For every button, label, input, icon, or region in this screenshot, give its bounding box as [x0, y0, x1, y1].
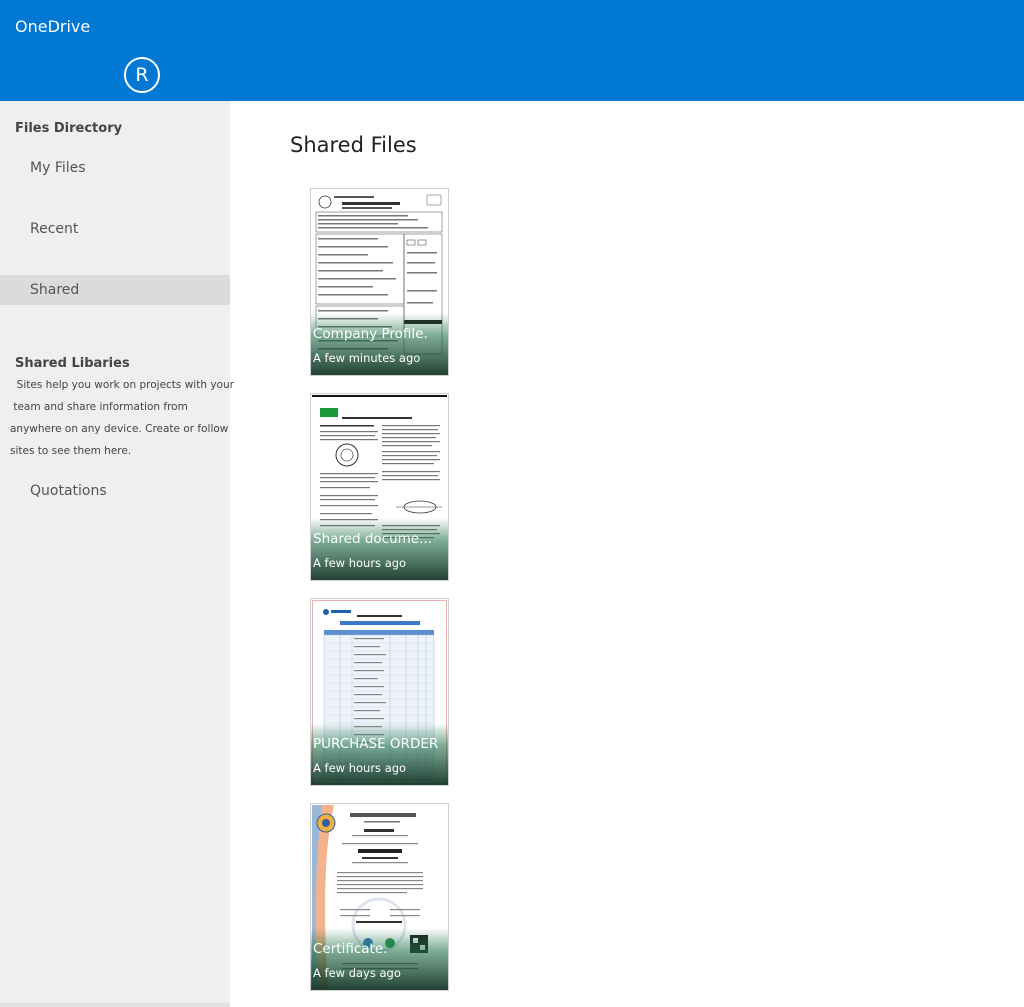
page-title: Shared Files: [290, 133, 417, 157]
sidebar-item-label: Recent: [30, 221, 79, 237]
shared-libraries-description: Sites help you work on projects with you…: [10, 374, 234, 462]
file-card-purchase-order[interactable]: PURCHASE ORDER A few hours ago: [310, 598, 449, 786]
file-name[interactable]: Certificate.: [313, 941, 447, 957]
file-card-certificate[interactable]: Certificate. A few days ago: [310, 803, 449, 991]
file-modified-time: A few days ago: [313, 966, 401, 980]
file-modified-time: A few minutes ago: [313, 351, 421, 365]
sidebar: Files Directory My Files Recent Shared S…: [0, 101, 234, 1007]
file-modified-time: A few hours ago: [313, 556, 407, 570]
file-info-overlay: [311, 313, 448, 375]
sidebar-item-label: My Files: [30, 160, 86, 176]
description-line: sites to see them here.: [10, 445, 132, 457]
sidebar-item-quotations[interactable]: Quotations: [0, 476, 230, 506]
sidebar-item-shared[interactable]: Shared: [0, 275, 230, 305]
file-info-overlay: [311, 518, 448, 580]
sidebar-item-label: Quotations: [30, 483, 107, 499]
sidebar-divider: [0, 1003, 230, 1007]
sidebar-item-recent[interactable]: Recent: [0, 214, 230, 244]
file-card-shared-document[interactable]: Shared docume... A few hours ago: [310, 393, 449, 581]
file-name[interactable]: Company Profile.: [313, 326, 447, 342]
description-line: team and share information from: [10, 401, 188, 413]
description-line: Sites help you work on projects with you…: [10, 379, 234, 391]
user-avatar[interactable]: R: [124, 57, 160, 93]
files-directory-heading: Files Directory: [15, 121, 123, 136]
file-card-company-profile[interactable]: Company Profile. A few minutes ago: [310, 188, 449, 376]
sidebar-item-my-files[interactable]: My Files: [0, 153, 230, 183]
top-bar: OneDrive R: [0, 0, 1024, 101]
file-name[interactable]: Shared docume...: [313, 531, 447, 547]
file-name[interactable]: PURCHASE ORDER: [313, 736, 447, 752]
description-line: anywhere on any device. Create or follow: [10, 423, 229, 435]
file-info-overlay: [311, 723, 448, 785]
app-title[interactable]: OneDrive: [15, 17, 90, 36]
sidebar-item-label: Shared: [30, 282, 80, 298]
file-modified-time: A few hours ago: [313, 761, 407, 775]
file-info-overlay: [311, 928, 448, 990]
shared-libraries-heading: Shared Libaries: [15, 356, 130, 371]
